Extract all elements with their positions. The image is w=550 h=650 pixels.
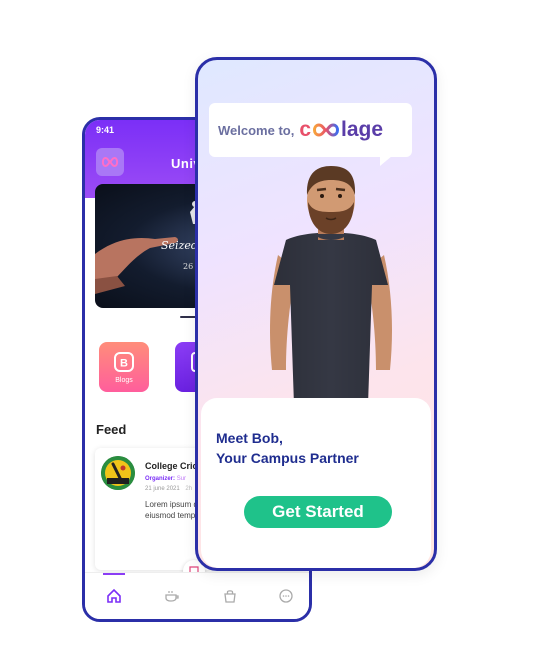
- bottom-nav: [85, 572, 309, 619]
- welcome-bubble: Welcome to, c lage: [209, 103, 412, 166]
- status-time: 9:41: [96, 125, 115, 135]
- cricket-logo-icon: [101, 456, 135, 490]
- bob-avatar-icon: [270, 166, 392, 405]
- blogs-tile[interactable]: B Blogs: [99, 342, 149, 392]
- brand-logo: c lage: [299, 118, 384, 141]
- welcome-text: Welcome to,: [218, 122, 295, 138]
- intro-heading: Meet Bob, Your Campus Partner: [216, 428, 359, 468]
- feed-heading: Feed: [96, 422, 127, 437]
- nav-active-indicator: [103, 573, 125, 575]
- feed-card-organizer: Organizer: Sur: [145, 476, 186, 482]
- svg-text:B: B: [120, 357, 128, 369]
- bag-icon: [224, 590, 236, 603]
- home-icon: [107, 588, 121, 603]
- blogs-tile-label: Blogs: [115, 376, 133, 384]
- carousel-indicator[interactable]: [180, 316, 196, 318]
- nav-shop[interactable]: [221, 587, 239, 605]
- chat-icon: [279, 589, 293, 603]
- b-icon: B: [114, 351, 134, 372]
- cricket-avatar: [101, 456, 135, 490]
- feed-date-suffix: 2h: [185, 486, 193, 492]
- onboarding-sheet: Meet Bob, Your Campus Partner Get Starte…: [201, 398, 431, 568]
- intro-line-1: Meet Bob,: [216, 430, 283, 446]
- nav-chat[interactable]: [277, 587, 295, 605]
- nav-cafe[interactable]: [163, 587, 181, 605]
- infinity-logo-icon: [313, 123, 340, 137]
- feed-card-date: 21 june 2021 2h: [145, 486, 192, 492]
- feed-card-title: College Cric: [145, 461, 198, 471]
- feed-date: 21 june 2021: [145, 486, 180, 492]
- get-started-button[interactable]: Get Started: [244, 496, 392, 528]
- brand-text: lage: [341, 118, 384, 141]
- app-logo-icon[interactable]: [96, 148, 124, 176]
- intro-line-2: Your Campus Partner: [216, 450, 359, 466]
- coffee-icon: [165, 591, 179, 602]
- onboarding-phone-front: Welcome to, c lage Meet Bob, Your Campus…: [195, 57, 437, 571]
- banner-subtitle: 26: [183, 262, 194, 271]
- nav-home[interactable]: [105, 587, 123, 605]
- organizer-label: Organizer:: [145, 476, 176, 482]
- organizer-value: Sur: [176, 476, 187, 482]
